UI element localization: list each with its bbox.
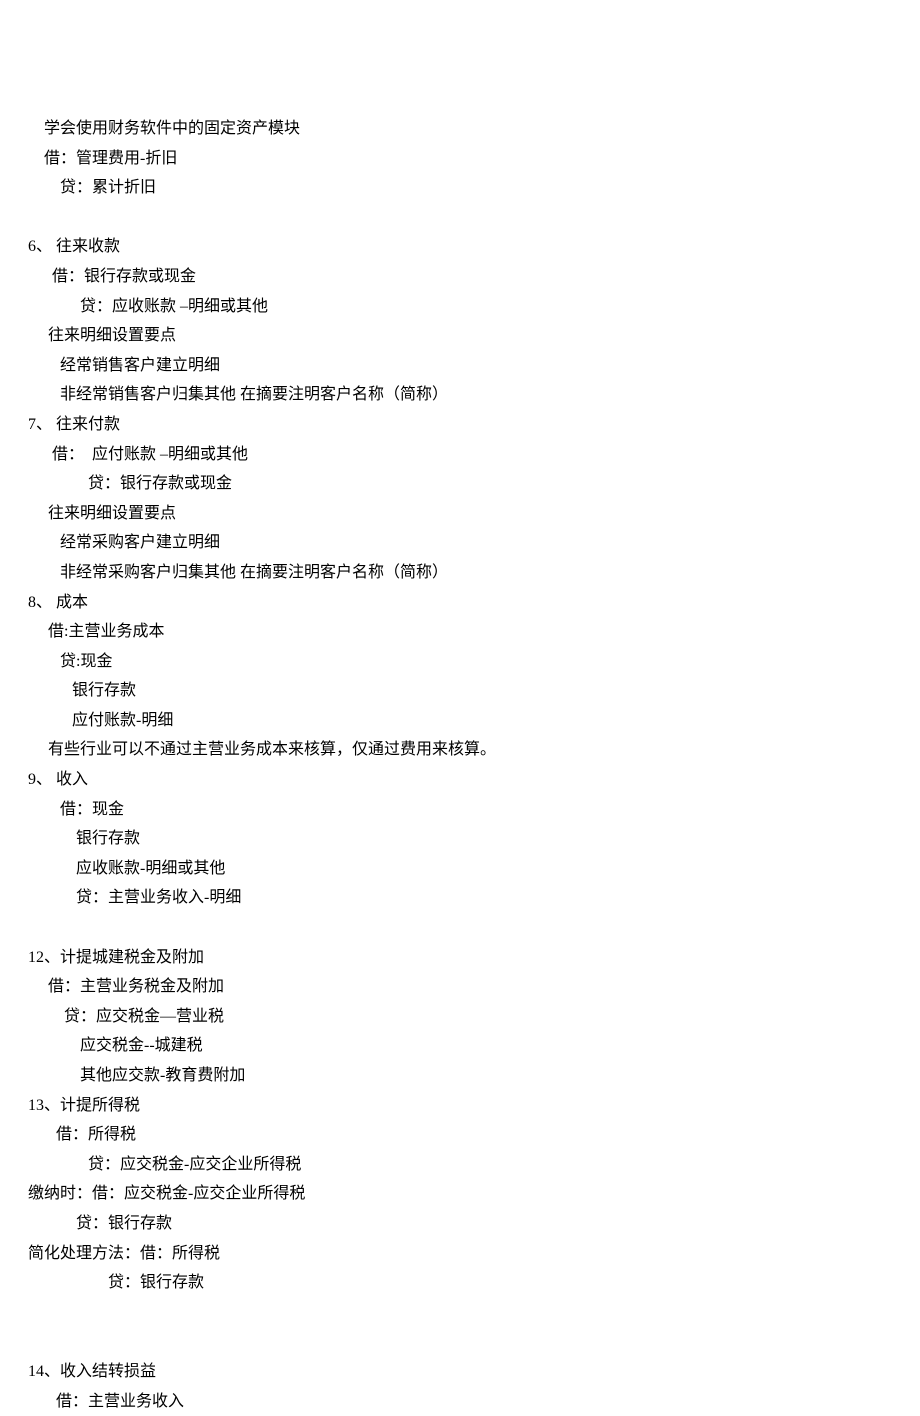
blank-line bbox=[0, 203, 920, 233]
text-line: 借：主营业务收入 bbox=[0, 1387, 920, 1416]
text-line: 贷：累计折旧 bbox=[0, 173, 920, 203]
text-line: 经常采购客户建立明细 bbox=[0, 528, 920, 558]
text-line: 贷:现金 bbox=[0, 647, 920, 677]
text-line: 13、计提所得税 bbox=[0, 1091, 920, 1121]
text-line: 学会使用财务软件中的固定资产模块 bbox=[0, 114, 920, 144]
text-line: 非经常销售客户归集其他 在摘要注明客户名称（简称） bbox=[0, 380, 920, 410]
blank-line bbox=[0, 1298, 920, 1328]
text-line: 7、 往来付款 bbox=[0, 410, 920, 440]
text-line: 缴纳时：借：应交税金-应交企业所得税 bbox=[0, 1179, 920, 1209]
text-line: 贷：应交税金-应交企业所得税 bbox=[0, 1150, 920, 1180]
text-line: 贷：银行存款或现金 bbox=[0, 469, 920, 499]
text-line: 经常销售客户建立明细 bbox=[0, 351, 920, 381]
text-line: 借：管理费用-折旧 bbox=[0, 144, 920, 174]
text-line: 往来明细设置要点 bbox=[0, 499, 920, 529]
text-line: 贷：银行存款 bbox=[0, 1209, 920, 1239]
text-line: 借:主营业务成本 bbox=[0, 617, 920, 647]
text-line: 其他应交款-教育费附加 bbox=[0, 1061, 920, 1091]
text-line: 应交税金--城建税 bbox=[0, 1031, 920, 1061]
text-line: 借： 应付账款 –明细或其他 bbox=[0, 440, 920, 470]
text-line: 贷：应收账款 –明细或其他 bbox=[0, 292, 920, 322]
document-content: 学会使用财务软件中的固定资产模块 借：管理费用-折旧 贷：累计折旧 6、 往来收… bbox=[0, 114, 920, 1416]
text-line: 贷：应交税金—营业税 bbox=[0, 1002, 920, 1032]
text-line: 贷：主营业务收入-明细 bbox=[0, 883, 920, 913]
text-line: 借：银行存款或现金 bbox=[0, 262, 920, 292]
text-line: 贷：银行存款 bbox=[0, 1268, 920, 1298]
text-line: 9、 收入 bbox=[0, 765, 920, 795]
text-line: 银行存款 bbox=[0, 824, 920, 854]
text-line: 银行存款 bbox=[0, 676, 920, 706]
text-line: 应收账款-明细或其他 bbox=[0, 854, 920, 884]
text-line: 往来明细设置要点 bbox=[0, 321, 920, 351]
text-line: 借：现金 bbox=[0, 795, 920, 825]
text-line: 应付账款-明细 bbox=[0, 706, 920, 736]
text-line: 14、收入结转损益 bbox=[0, 1357, 920, 1387]
blank-line bbox=[0, 913, 920, 943]
text-line: 12、计提城建税金及附加 bbox=[0, 943, 920, 973]
text-line: 简化处理方法：借：所得税 bbox=[0, 1239, 920, 1269]
text-line: 8、 成本 bbox=[0, 588, 920, 618]
text-line: 借：主营业务税金及附加 bbox=[0, 972, 920, 1002]
blank-line bbox=[0, 1327, 920, 1357]
text-line: 6、 往来收款 bbox=[0, 232, 920, 262]
text-line: 非经常采购客户归集其他 在摘要注明客户名称（简称） bbox=[0, 558, 920, 588]
text-line: 有些行业可以不通过主营业务成本来核算，仅通过费用来核算。 bbox=[0, 735, 920, 765]
text-line: 借：所得税 bbox=[0, 1120, 920, 1150]
